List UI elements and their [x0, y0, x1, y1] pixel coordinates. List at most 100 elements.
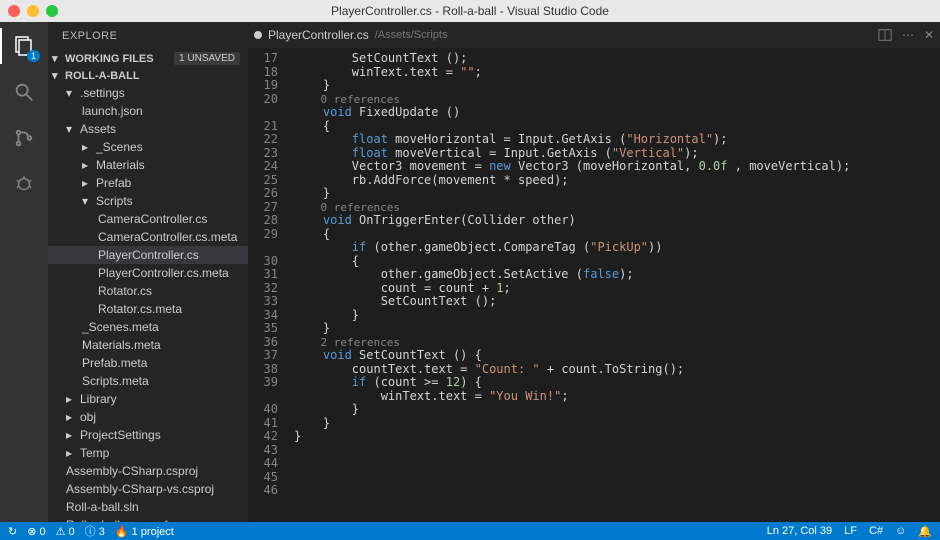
working-files-header[interactable]: ▾ WORKING FILES 1 UNSAVED: [48, 50, 248, 67]
status-errors[interactable]: ⊗ 0: [27, 525, 45, 538]
code-area[interactable]: 17181920 212223242526272829 303132333435…: [248, 48, 940, 522]
chevron-down-icon: ▾: [52, 52, 62, 65]
line-number: 40: [248, 403, 278, 417]
file-node[interactable]: Prefab.meta: [48, 354, 248, 372]
debug-icon[interactable]: [10, 170, 38, 198]
code-line[interactable]: countText.text = "Count: " + count.ToStr…: [294, 363, 940, 377]
file-node[interactable]: Materials.meta: [48, 336, 248, 354]
codelens[interactable]: 0 references: [294, 93, 940, 107]
feedback-icon[interactable]: ☺: [895, 525, 906, 538]
code-line[interactable]: void OnTriggerEnter(Collider other): [294, 214, 940, 228]
code-line[interactable]: Vector3 movement = new Vector3 (moveHori…: [294, 160, 940, 174]
code-line[interactable]: }: [294, 322, 940, 336]
more-icon[interactable]: ⋯: [902, 28, 914, 42]
folder-node[interactable]: ▾.settings: [48, 84, 248, 102]
node-label: Temp: [80, 446, 109, 460]
notifications-icon[interactable]: 🔔: [918, 525, 932, 538]
file-node[interactable]: Rotator.cs.meta: [48, 300, 248, 318]
line-number: 21: [248, 120, 278, 134]
file-node[interactable]: CameraController.cs: [48, 210, 248, 228]
code-lines[interactable]: SetCountText (); winText.text = ""; } 0 …: [288, 48, 940, 522]
zoom-dot[interactable]: [46, 5, 58, 17]
minimize-dot[interactable]: [27, 5, 39, 17]
working-files-label: WORKING FILES: [65, 53, 154, 65]
code-line[interactable]: void FixedUpdate (): [294, 106, 940, 120]
codelens[interactable]: 2 references: [294, 336, 940, 350]
chevron-icon: ▸: [82, 140, 92, 154]
window-title: PlayerController.cs - Roll-a-ball - Visu…: [331, 4, 609, 18]
code-line[interactable]: float moveVertical = Input.GetAxis ("Ver…: [294, 147, 940, 161]
code-line[interactable]: {: [294, 228, 940, 242]
file-node[interactable]: Rotator.cs: [48, 282, 248, 300]
file-node[interactable]: launch.json: [48, 102, 248, 120]
code-line[interactable]: }: [294, 79, 940, 93]
project-header[interactable]: ▾ ROLL-A-BALL: [48, 67, 248, 84]
file-node[interactable]: PlayerController.cs: [48, 246, 248, 264]
file-node[interactable]: _Scenes.meta: [48, 318, 248, 336]
node-label: CameraController.cs: [98, 212, 207, 226]
code-line[interactable]: {: [294, 255, 940, 269]
code-line[interactable]: {: [294, 120, 940, 134]
file-node[interactable]: Roll-a-ball.sln: [48, 498, 248, 516]
code-line[interactable]: if (count >= 12) {: [294, 376, 940, 390]
status-warnings[interactable]: ⚠ 0: [56, 525, 75, 538]
folder-node[interactable]: ▸ProjectSettings: [48, 426, 248, 444]
folder-node[interactable]: ▾Assets: [48, 120, 248, 138]
folder-node[interactable]: ▸Library: [48, 390, 248, 408]
file-node[interactable]: Assembly-CSharp-vs.csproj: [48, 480, 248, 498]
line-number: 29: [248, 228, 278, 242]
code-line[interactable]: count = count + 1;: [294, 282, 940, 296]
close-dot[interactable]: [8, 5, 20, 17]
code-line[interactable]: if (other.gameObject.CompareTag ("PickUp…: [294, 241, 940, 255]
folder-node[interactable]: ▸Prefab: [48, 174, 248, 192]
folder-node[interactable]: ▸obj: [48, 408, 248, 426]
status-eol[interactable]: LF: [844, 525, 857, 538]
code-line[interactable]: }: [294, 187, 940, 201]
code-line[interactable]: float moveHorizontal = Input.GetAxis ("H…: [294, 133, 940, 147]
code-line[interactable]: other.gameObject.SetActive (false);: [294, 268, 940, 282]
explorer-icon[interactable]: 1: [10, 32, 38, 60]
line-number: 39: [248, 376, 278, 390]
node-label: Roll-a-ball.userprefs: [66, 518, 173, 522]
code-line[interactable]: winText.text = "You Win!";: [294, 390, 940, 404]
line-number: 34: [248, 309, 278, 323]
sync-icon[interactable]: ↻: [8, 525, 17, 538]
status-cursor[interactable]: Ln 27, Col 39: [767, 525, 832, 538]
git-icon[interactable]: [10, 124, 38, 152]
status-info[interactable]: ⓘ 3: [85, 523, 105, 539]
line-number: 22: [248, 133, 278, 147]
code-line[interactable]: }: [294, 403, 940, 417]
split-editor-icon[interactable]: [878, 28, 892, 42]
code-line[interactable]: void SetCountText () {: [294, 349, 940, 363]
node-label: Materials.meta: [82, 338, 161, 352]
folder-node[interactable]: ▸_Scenes: [48, 138, 248, 156]
status-project[interactable]: 🔥 1 project: [115, 525, 174, 538]
line-number: 24: [248, 160, 278, 174]
code-line[interactable]: }: [294, 309, 940, 323]
code-line[interactable]: SetCountText ();: [294, 295, 940, 309]
status-lang[interactable]: C#: [869, 525, 883, 538]
codelens[interactable]: 0 references: [294, 201, 940, 215]
file-node[interactable]: Scripts.meta: [48, 372, 248, 390]
folder-node[interactable]: ▾Scripts: [48, 192, 248, 210]
window-controls: [8, 5, 58, 17]
chevron-icon: ▸: [66, 446, 76, 460]
code-line[interactable]: rb.AddForce(movement * speed);: [294, 174, 940, 188]
line-number: 17: [248, 52, 278, 66]
folder-node[interactable]: ▸ Temp: [48, 444, 248, 462]
file-node[interactable]: PlayerController.cs.meta: [48, 264, 248, 282]
node-label: Prefab.meta: [82, 356, 147, 370]
file-node[interactable]: Roll-a-ball.userprefs: [48, 516, 248, 522]
code-line[interactable]: winText.text = "";: [294, 66, 940, 80]
close-icon[interactable]: ✕: [924, 28, 934, 42]
file-node[interactable]: CameraController.cs.meta: [48, 228, 248, 246]
dirty-indicator-icon: [254, 31, 262, 39]
search-icon[interactable]: [10, 78, 38, 106]
tab-playercontroller[interactable]: PlayerController.cs /Assets/Scripts: [254, 28, 447, 42]
folder-node[interactable]: ▸Materials: [48, 156, 248, 174]
chevron-icon: ▸: [66, 392, 76, 406]
code-line[interactable]: }: [294, 417, 940, 431]
code-line[interactable]: SetCountText ();: [294, 52, 940, 66]
file-node[interactable]: Assembly-CSharp.csproj: [48, 462, 248, 480]
code-line[interactable]: }: [294, 430, 940, 444]
